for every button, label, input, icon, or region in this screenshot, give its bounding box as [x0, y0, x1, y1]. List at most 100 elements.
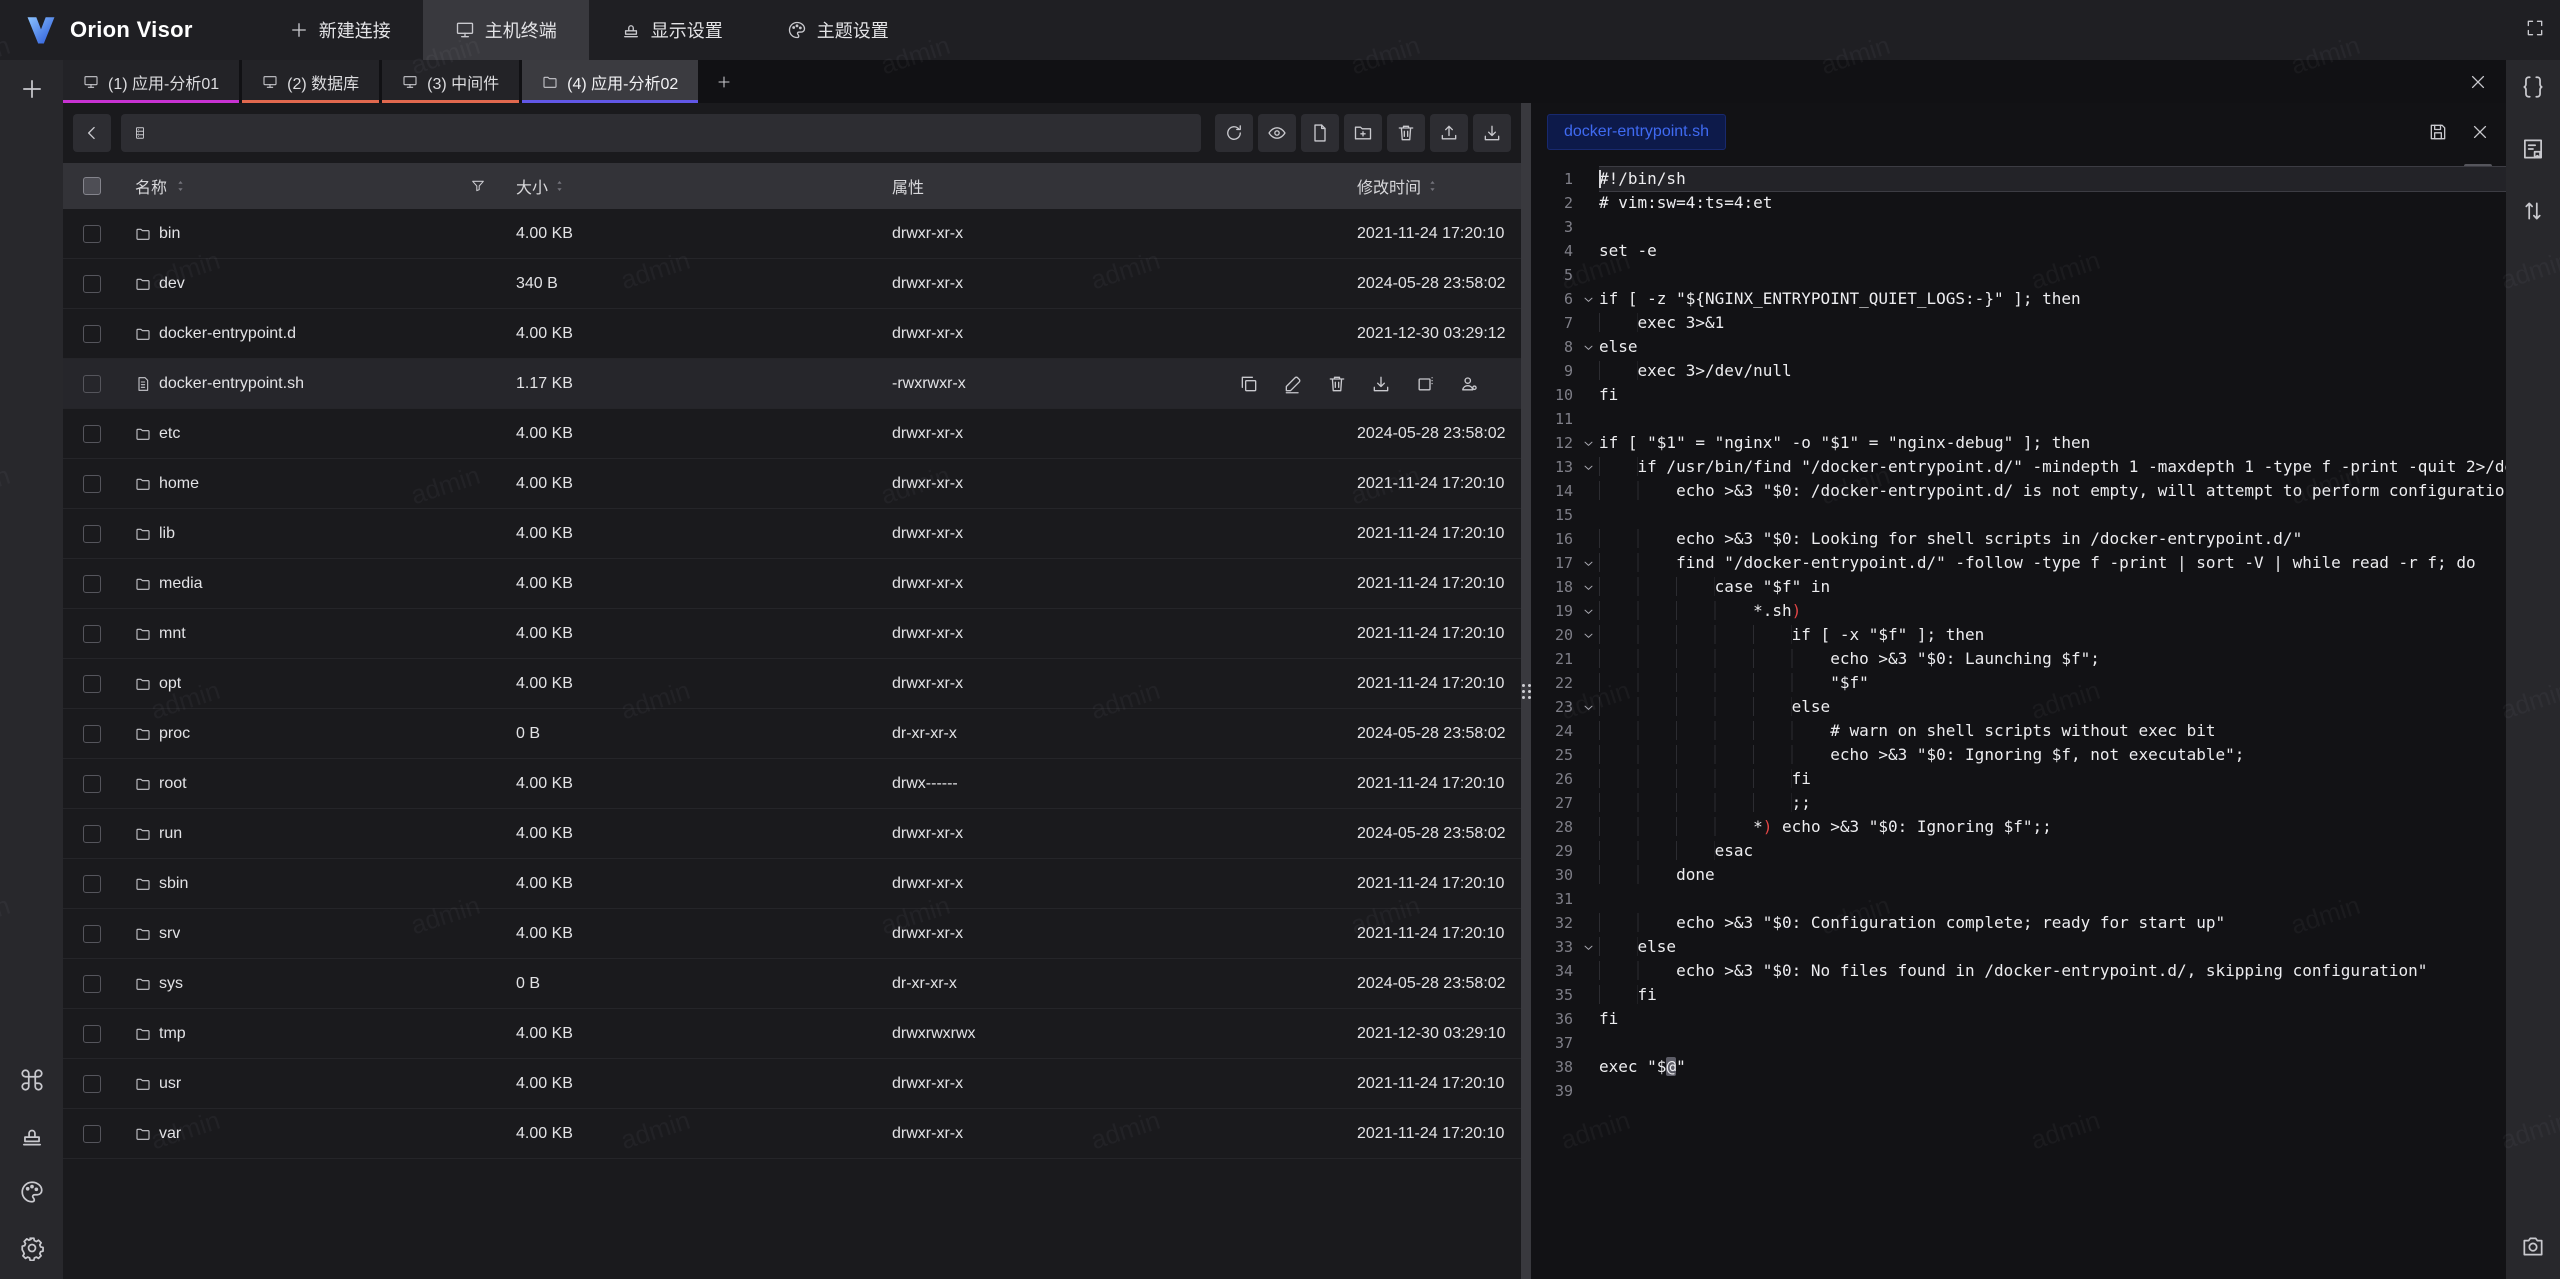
sort-size-control[interactable]: [554, 178, 565, 194]
row-action-move-button[interactable]: [1413, 372, 1437, 396]
fold-chevron-icon[interactable]: [1577, 599, 1599, 623]
code-line-32: 32 echo >&3 "$0: Configuration complete;…: [1531, 911, 2506, 935]
open-file-tab[interactable]: docker-entrypoint.sh: [1547, 114, 1726, 150]
row-checkbox[interactable]: [83, 425, 101, 443]
fold-chevron-icon[interactable]: [1577, 695, 1599, 719]
row-action-trash-button[interactable]: [1325, 372, 1349, 396]
fold-chevron-icon[interactable]: [1577, 335, 1599, 359]
terminal-tab-3[interactable]: (3) 中间件: [382, 60, 519, 103]
row-checkbox[interactable]: [83, 375, 101, 393]
fold-chevron-icon[interactable]: [1577, 623, 1599, 647]
trash-button[interactable]: [1387, 114, 1425, 152]
fold-chevron-icon[interactable]: [1577, 551, 1599, 575]
fold-chevron-icon[interactable]: [1577, 455, 1599, 479]
nav-item-new-connection[interactable]: 新建连接: [257, 0, 423, 60]
row-checkbox[interactable]: [83, 725, 101, 743]
row-checkbox[interactable]: [83, 525, 101, 543]
row-checkbox[interactable]: [83, 575, 101, 593]
path-input[interactable]: [155, 124, 1189, 143]
code-editor[interactable]: 1#!/bin/sh2# vim:sw=4:ts=4:et34set -e56i…: [1531, 161, 2506, 1279]
fullscreen-button[interactable]: [2525, 18, 2545, 43]
file-row-mnt[interactable]: mnt4.00 KBdrwxr-xr-x2021-11-24 17:20:10: [63, 609, 1521, 659]
refresh-button[interactable]: [1215, 114, 1253, 152]
sort-mtime-control[interactable]: [1427, 178, 1438, 194]
row-checkbox[interactable]: [83, 275, 101, 293]
file-row-bin[interactable]: bin4.00 KBdrwxr-xr-x2021-11-24 17:20:10: [63, 209, 1521, 259]
row-checkbox[interactable]: [83, 775, 101, 793]
fold-chevron-icon[interactable]: [1577, 575, 1599, 599]
new-tab-button[interactable]: [701, 60, 747, 103]
row-checkbox[interactable]: [83, 325, 101, 343]
file-row-root[interactable]: root4.00 KBdrwx------2021-11-24 17:20:10: [63, 759, 1521, 809]
file-row-usr[interactable]: usr4.00 KBdrwxr-xr-x2021-11-24 17:20:10: [63, 1059, 1521, 1109]
file-row-proc[interactable]: proc0 Bdr-xr-xr-x2024-05-28 23:58:02: [63, 709, 1521, 759]
new-file-button[interactable]: [1301, 114, 1339, 152]
row-checkbox[interactable]: [83, 1075, 101, 1093]
panel-splitter-handle[interactable]: [1521, 103, 1531, 1279]
file-row-sbin[interactable]: sbin4.00 KBdrwxr-xr-x2021-11-24 17:20:10: [63, 859, 1521, 909]
fold-gutter: [1577, 191, 1599, 215]
row-checkbox[interactable]: [83, 225, 101, 243]
save-button[interactable]: [2428, 122, 2448, 142]
row-action-permission-button[interactable]: [1457, 372, 1481, 396]
file-row-home[interactable]: home4.00 KBdrwxr-xr-x2021-11-24 17:20:10: [63, 459, 1521, 509]
row-action-copy-button[interactable]: [1237, 372, 1261, 396]
select-all-checkbox[interactable]: [83, 177, 101, 195]
file-row-tmp[interactable]: tmp4.00 KBdrwxrwxrwx2021-12-30 03:29:10: [63, 1009, 1521, 1059]
upload-button[interactable]: [1430, 114, 1468, 152]
download-button[interactable]: [1473, 114, 1511, 152]
row-checkbox[interactable]: [83, 1025, 101, 1043]
row-checkbox[interactable]: [83, 875, 101, 893]
right-rail-sort-updown-button[interactable]: [2514, 192, 2552, 230]
left-rail-command-button[interactable]: [13, 1061, 51, 1099]
file-row-docker-entrypoint.sh[interactable]: docker-entrypoint.sh1.17 KB-rwxrwxr-x: [63, 359, 1521, 409]
back-button[interactable]: [73, 114, 111, 152]
eye-button[interactable]: [1258, 114, 1296, 152]
terminal-tab-2[interactable]: (2) 数据库: [242, 60, 379, 103]
left-rail-settings-button[interactable]: [13, 1229, 51, 1267]
left-rail-display-settings-button[interactable]: [13, 1117, 51, 1155]
code-text: if /usr/bin/find "/docker-entrypoint.d/"…: [1599, 455, 2506, 479]
file-row-docker-entrypoint.d[interactable]: docker-entrypoint.d4.00 KBdrwxr-xr-x2021…: [63, 309, 1521, 359]
file-row-lib[interactable]: lib4.00 KBdrwxr-xr-x2021-11-24 17:20:10: [63, 509, 1521, 559]
file-table-body: bin4.00 KBdrwxr-xr-x2021-11-24 17:20:10d…: [63, 209, 1521, 1159]
right-rail-doc-bookmark-button[interactable]: [2514, 130, 2552, 168]
line-number: 26: [1531, 767, 1577, 791]
new-folder-button[interactable]: [1344, 114, 1382, 152]
file-row-var[interactable]: var4.00 KBdrwxr-xr-x2021-11-24 17:20:10: [63, 1109, 1521, 1159]
file-row-opt[interactable]: opt4.00 KBdrwxr-xr-x2021-11-24 17:20:10: [63, 659, 1521, 709]
fold-chevron-icon[interactable]: [1577, 431, 1599, 455]
file-row-media[interactable]: media4.00 KBdrwxr-xr-x2021-11-24 17:20:1…: [63, 559, 1521, 609]
row-checkbox[interactable]: [83, 625, 101, 643]
row-action-download-button[interactable]: [1369, 372, 1393, 396]
file-row-sys[interactable]: sys0 Bdr-xr-xr-x2024-05-28 23:58:02: [63, 959, 1521, 1009]
nav-item-display-settings[interactable]: 显示设置: [589, 0, 755, 60]
file-row-etc[interactable]: etc4.00 KBdrwxr-xr-x2024-05-28 23:58:02: [63, 409, 1521, 459]
close-editor-button[interactable]: [2470, 122, 2490, 142]
row-checkbox[interactable]: [83, 475, 101, 493]
close-panel-button[interactable]: [2468, 72, 2488, 92]
fold-chevron-icon[interactable]: [1577, 287, 1599, 311]
file-row-run[interactable]: run4.00 KBdrwxr-xr-x2024-05-28 23:58:02: [63, 809, 1521, 859]
row-checkbox[interactable]: [83, 925, 101, 943]
row-checkbox[interactable]: [83, 1125, 101, 1143]
nav-item-host-terminal[interactable]: 主机终端: [423, 0, 589, 60]
terminal-tab-1[interactable]: (1) 应用-分析01: [63, 60, 239, 103]
row-checkbox[interactable]: [83, 975, 101, 993]
right-rail-screenshot-button[interactable]: [2514, 1227, 2552, 1265]
nav-item-label: 主题设置: [817, 17, 889, 43]
file-row-dev[interactable]: dev340 Bdrwxr-xr-x2024-05-28 23:58:02: [63, 259, 1521, 309]
fold-chevron-icon[interactable]: [1577, 935, 1599, 959]
right-rail-braces-button[interactable]: [2514, 68, 2552, 106]
left-rail-theme-settings-button[interactable]: [13, 1173, 51, 1211]
filter-icon[interactable]: [470, 178, 486, 194]
nav-item-theme-settings[interactable]: 主题设置: [755, 0, 921, 60]
file-row-srv[interactable]: srv4.00 KBdrwxr-xr-x2021-11-24 17:20:10: [63, 909, 1521, 959]
sort-name-control[interactable]: [175, 178, 186, 194]
row-checkbox[interactable]: [83, 825, 101, 843]
terminal-tab-4[interactable]: (4) 应用-分析02: [522, 60, 698, 103]
file-mtime: 2024-05-28 23:58:02: [1357, 725, 1521, 743]
row-action-edit-button[interactable]: [1281, 372, 1305, 396]
left-rail-new-tab-button[interactable]: [13, 70, 51, 108]
row-checkbox[interactable]: [83, 675, 101, 693]
